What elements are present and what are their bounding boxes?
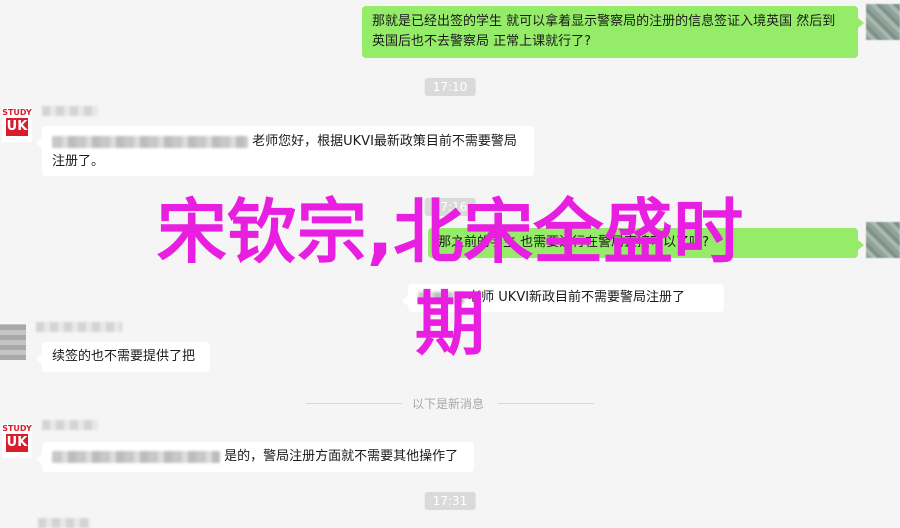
contact-avatar[interactable] <box>0 324 26 360</box>
study-uk-avatar[interactable]: STUDY UK <box>2 108 32 142</box>
new-messages-divider: 以下是新消息 <box>412 397 485 411</box>
sender-name <box>36 322 122 332</box>
incoming-message: 是的，警局注册方面就不需要其他操作了 <box>36 442 474 472</box>
timestamp: 17:10 <box>424 78 476 96</box>
divider-line-right <box>498 403 594 404</box>
outgoing-message: 那就是已经出签的学生 就可以拿着显示警察局的注册的信息签证入境英国 然后到英国后… <box>362 6 864 58</box>
overlay-title-line1: 宋钦宗,北宋全盛时 <box>156 191 744 273</box>
avatar-study-text: STUDY <box>2 108 32 117</box>
overlay-title-line2: 期 <box>415 283 485 365</box>
incoming-message: 续签的也不需要提供了把 <box>36 342 210 372</box>
avatar-uk-text: UK <box>6 434 28 452</box>
study-uk-avatar[interactable]: STUDY UK <box>2 424 32 458</box>
sender-name <box>42 420 98 430</box>
incoming-message: 老师您好，根据UKVI最新政策目前不需要警局注册了。 <box>36 126 534 176</box>
self-avatar[interactable] <box>866 4 900 40</box>
message-text: 那就是已经出签的学生 就可以拿着显示警察局的注册的信息签证入境英国 然后到英国后… <box>372 14 836 49</box>
divider-line-left <box>306 403 402 404</box>
sender-name <box>42 106 98 116</box>
redacted-mention <box>52 450 220 463</box>
message-text: 老师 UKVI新政目前不需要警局注册了 <box>468 290 686 305</box>
avatar-study-text: STUDY <box>2 424 32 433</box>
message-text: 续签的也不需要提供了把 <box>52 349 196 364</box>
sender-name <box>38 518 90 528</box>
message-text: 是的，警局注册方面就不需要其他操作了 <box>224 449 459 464</box>
timestamp: 17:31 <box>424 492 476 510</box>
redacted-mention <box>52 135 248 148</box>
avatar-uk-text: UK <box>6 118 28 136</box>
